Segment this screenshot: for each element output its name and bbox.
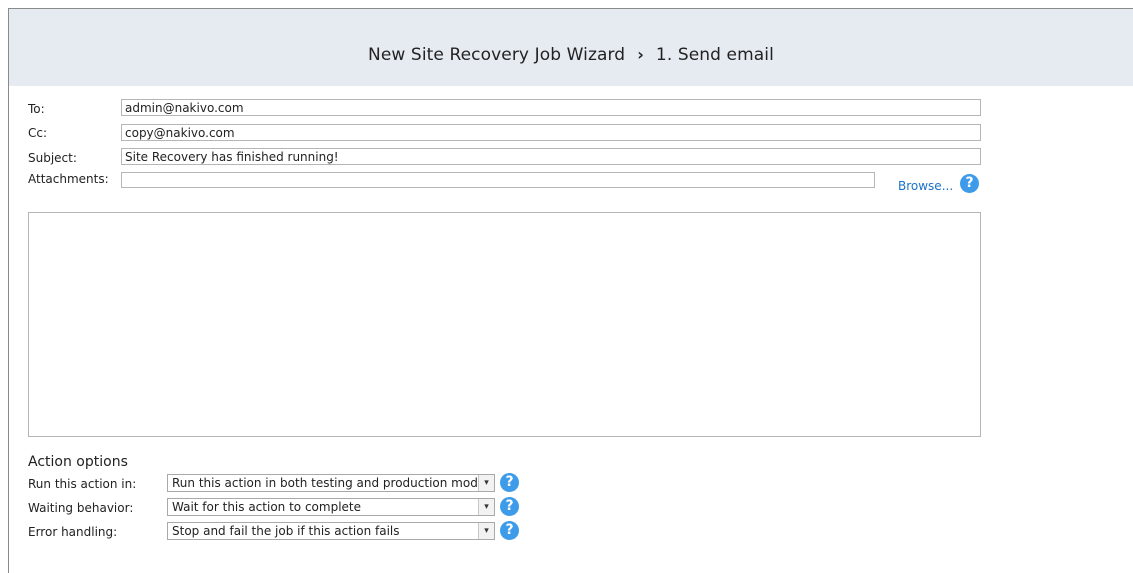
to-label: To: (28, 102, 45, 116)
waiting-label: Waiting behavior: (28, 501, 134, 515)
run-in-select[interactable]: Run this action in both testing and prod… (167, 474, 495, 492)
waiting-select[interactable]: Wait for this action to complete ▾ (167, 498, 495, 516)
browse-link[interactable]: Browse... (898, 179, 953, 193)
waiting-value: Wait for this action to complete (172, 500, 361, 514)
message-body-textarea[interactable] (28, 212, 981, 437)
subject-label: Subject: (28, 151, 77, 165)
action-options-title: Action options (28, 454, 128, 470)
attachments-label: Attachments: (28, 172, 109, 186)
attachments-help-icon[interactable]: ? (960, 174, 979, 193)
error-handling-help-icon[interactable]: ? (500, 521, 519, 540)
dropdown-arrow-icon[interactable]: ▾ (478, 499, 494, 515)
attachments-input[interactable] (121, 172, 875, 188)
cc-input[interactable] (121, 124, 981, 141)
run-in-value: Run this action in both testing and prod… (172, 476, 486, 490)
error-handling-label: Error handling: (28, 525, 118, 539)
dropdown-arrow-icon[interactable]: ▾ (478, 475, 494, 491)
chevron-right-icon: › (637, 45, 644, 64)
wizard-header: New Site Recovery Job Wizard › 1. Send ema… (9, 9, 1133, 86)
wizard-title: New Site Recovery Job Wizard › 1. Send ema… (9, 45, 1133, 65)
cc-label: Cc: (28, 126, 48, 140)
subject-input[interactable] (121, 148, 981, 165)
wizard-step: 1. Send email (655, 45, 774, 65)
error-handling-value: Stop and fail the job if this action fai… (172, 524, 400, 538)
wizard-name: New Site Recovery Job Wizard (368, 45, 626, 65)
error-handling-select[interactable]: Stop and fail the job if this action fai… (167, 522, 495, 540)
run-in-label: Run this action in: (28, 477, 137, 491)
run-in-help-icon[interactable]: ? (500, 473, 519, 492)
to-input[interactable] (121, 99, 981, 116)
waiting-help-icon[interactable]: ? (500, 497, 519, 516)
dropdown-arrow-icon[interactable]: ▾ (478, 523, 494, 539)
